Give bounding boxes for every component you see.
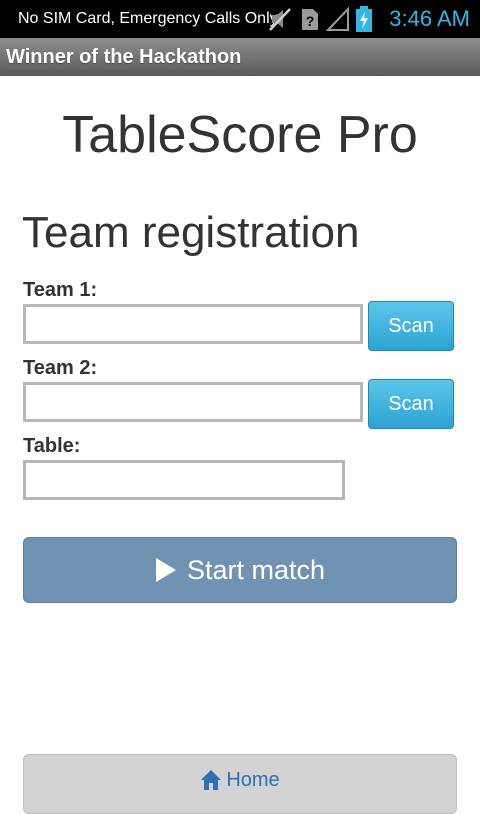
app-title: TableScore Pro bbox=[62, 106, 418, 164]
team2-label: Team 2: bbox=[23, 357, 98, 379]
start-match-button[interactable]: Start match bbox=[23, 537, 457, 603]
team2-scan-button[interactable]: Scan bbox=[368, 379, 454, 429]
home-button[interactable]: Home bbox=[23, 754, 457, 814]
start-match-label: Start match bbox=[186, 555, 326, 585]
table-input[interactable] bbox=[23, 460, 345, 500]
empty-signal-icon bbox=[326, 6, 349, 31]
team2-input[interactable] bbox=[23, 382, 363, 422]
home-icon bbox=[201, 770, 222, 790]
muted-sound-icon bbox=[269, 8, 291, 31]
team1-label: Team 1: bbox=[23, 279, 98, 301]
charging-battery-icon bbox=[356, 6, 372, 32]
status-bar: No SIM Card, Emergency Calls Only ? 3:46… bbox=[0, 0, 480, 38]
window-title: Winner of the Hackathon bbox=[6, 46, 242, 68]
no-sim-icon: ? bbox=[302, 9, 318, 30]
status-time: 3:46 AM bbox=[389, 6, 470, 31]
title-bar: Winner of the Hackathon bbox=[0, 38, 480, 76]
team1-scan-button[interactable]: Scan bbox=[368, 301, 454, 351]
table-label: Table: bbox=[23, 435, 81, 457]
page-title: Team registration bbox=[22, 208, 360, 257]
carrier-status-text: No SIM Card, Emergency Calls Only bbox=[18, 10, 278, 27]
team1-input[interactable] bbox=[23, 304, 363, 344]
home-label: Home bbox=[226, 769, 280, 791]
svg-text:?: ? bbox=[306, 13, 315, 29]
play-icon bbox=[155, 558, 176, 582]
